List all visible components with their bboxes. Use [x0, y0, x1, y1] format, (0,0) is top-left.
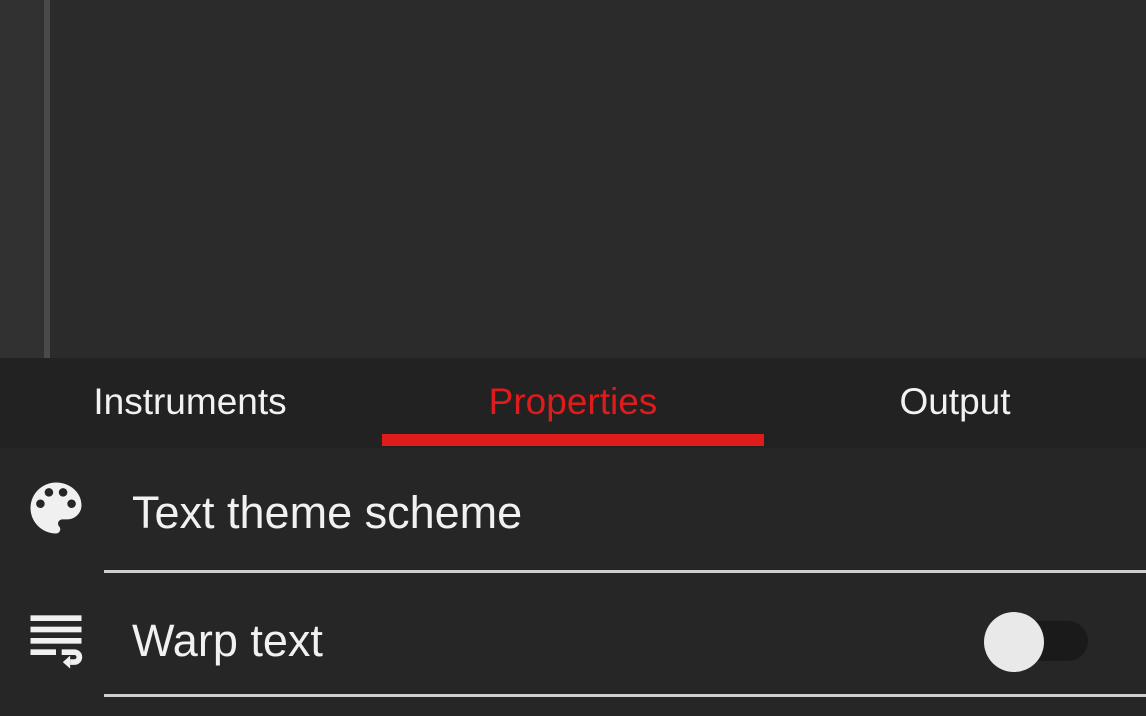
tab-properties-label: Properties [488, 381, 658, 422]
tab-output-label: Output [899, 381, 1011, 422]
property-text-theme-scheme[interactable]: Text theme scheme [0, 448, 1146, 572]
line-number-gutter [0, 0, 44, 358]
property-warp-text[interactable]: Warp text [0, 574, 1146, 696]
warp-text-toggle[interactable] [984, 612, 1088, 672]
wrap-text-icon [22, 604, 90, 672]
tab-output[interactable]: Output [764, 358, 1146, 448]
row-divider [104, 694, 1146, 697]
property-label-text-theme-scheme: Text theme scheme [132, 487, 523, 538]
tab-instruments-label: Instruments [93, 381, 287, 422]
property-label-warp-text: Warp text [132, 615, 323, 666]
tab-instruments[interactable]: Instruments [0, 358, 380, 448]
active-tab-indicator [382, 434, 764, 446]
row-divider [104, 570, 1146, 573]
code-editor-area[interactable] [0, 0, 1146, 358]
palette-icon [22, 474, 90, 542]
toggle-thumb [984, 612, 1044, 672]
gutter-divider [44, 0, 50, 358]
